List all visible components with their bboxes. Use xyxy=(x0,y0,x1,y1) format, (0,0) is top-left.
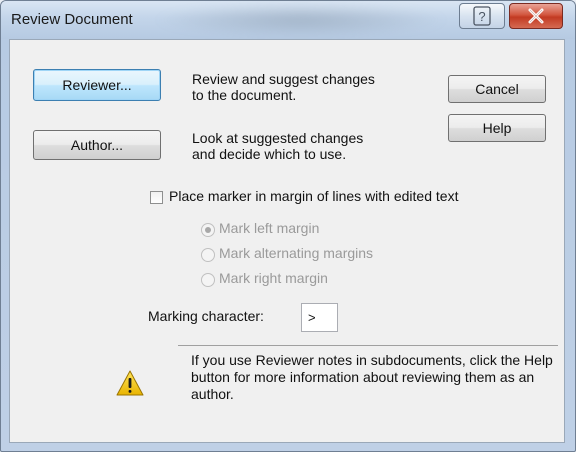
author-description: Look at suggested changes and decide whi… xyxy=(192,130,364,162)
author-button[interactable]: Author... xyxy=(33,130,161,160)
reviewer-description: Review and suggest changes to the docume… xyxy=(192,71,375,103)
marking-character-label: Marking character: xyxy=(148,308,264,324)
reviewer-button[interactable]: Reviewer... xyxy=(33,69,161,101)
warning-icon xyxy=(116,370,144,396)
question-icon: ? xyxy=(473,6,491,26)
window-title: Review Document xyxy=(11,11,133,28)
marking-character-input[interactable]: > xyxy=(301,303,338,332)
close-icon xyxy=(528,8,544,24)
note-divider xyxy=(178,345,558,346)
mark-left-margin-label: Mark left margin xyxy=(219,220,320,236)
reviewer-notes-info: If you use Reviewer notes in subdocument… xyxy=(191,352,553,402)
background-blur xyxy=(151,3,451,37)
mark-alternating-margins-label: Mark alternating margins xyxy=(219,245,374,261)
close-button[interactable]: X xyxy=(509,3,563,29)
radio-selected-dot xyxy=(205,227,211,233)
place-marker-label: Place marker in margin of lines with edi… xyxy=(169,188,459,204)
mark-right-margin-label: Mark right margin xyxy=(219,270,328,286)
mark-left-margin-radio[interactable] xyxy=(201,223,215,237)
review-document-dialog: Review Document ? X Reviewer... Review a… xyxy=(0,0,576,452)
caption-help-button[interactable]: ? xyxy=(459,3,505,29)
svg-text:?: ? xyxy=(478,9,485,24)
help-button[interactable]: Help xyxy=(448,114,546,142)
mark-right-margin-radio[interactable] xyxy=(201,273,215,287)
title-bar[interactable]: Review Document ? X xyxy=(1,1,575,39)
mark-alternating-margins-radio[interactable] xyxy=(201,248,215,262)
cancel-button[interactable]: Cancel xyxy=(448,75,546,103)
place-marker-checkbox[interactable] xyxy=(150,191,163,204)
dialog-body: Reviewer... Review and suggest changes t… xyxy=(9,39,565,443)
